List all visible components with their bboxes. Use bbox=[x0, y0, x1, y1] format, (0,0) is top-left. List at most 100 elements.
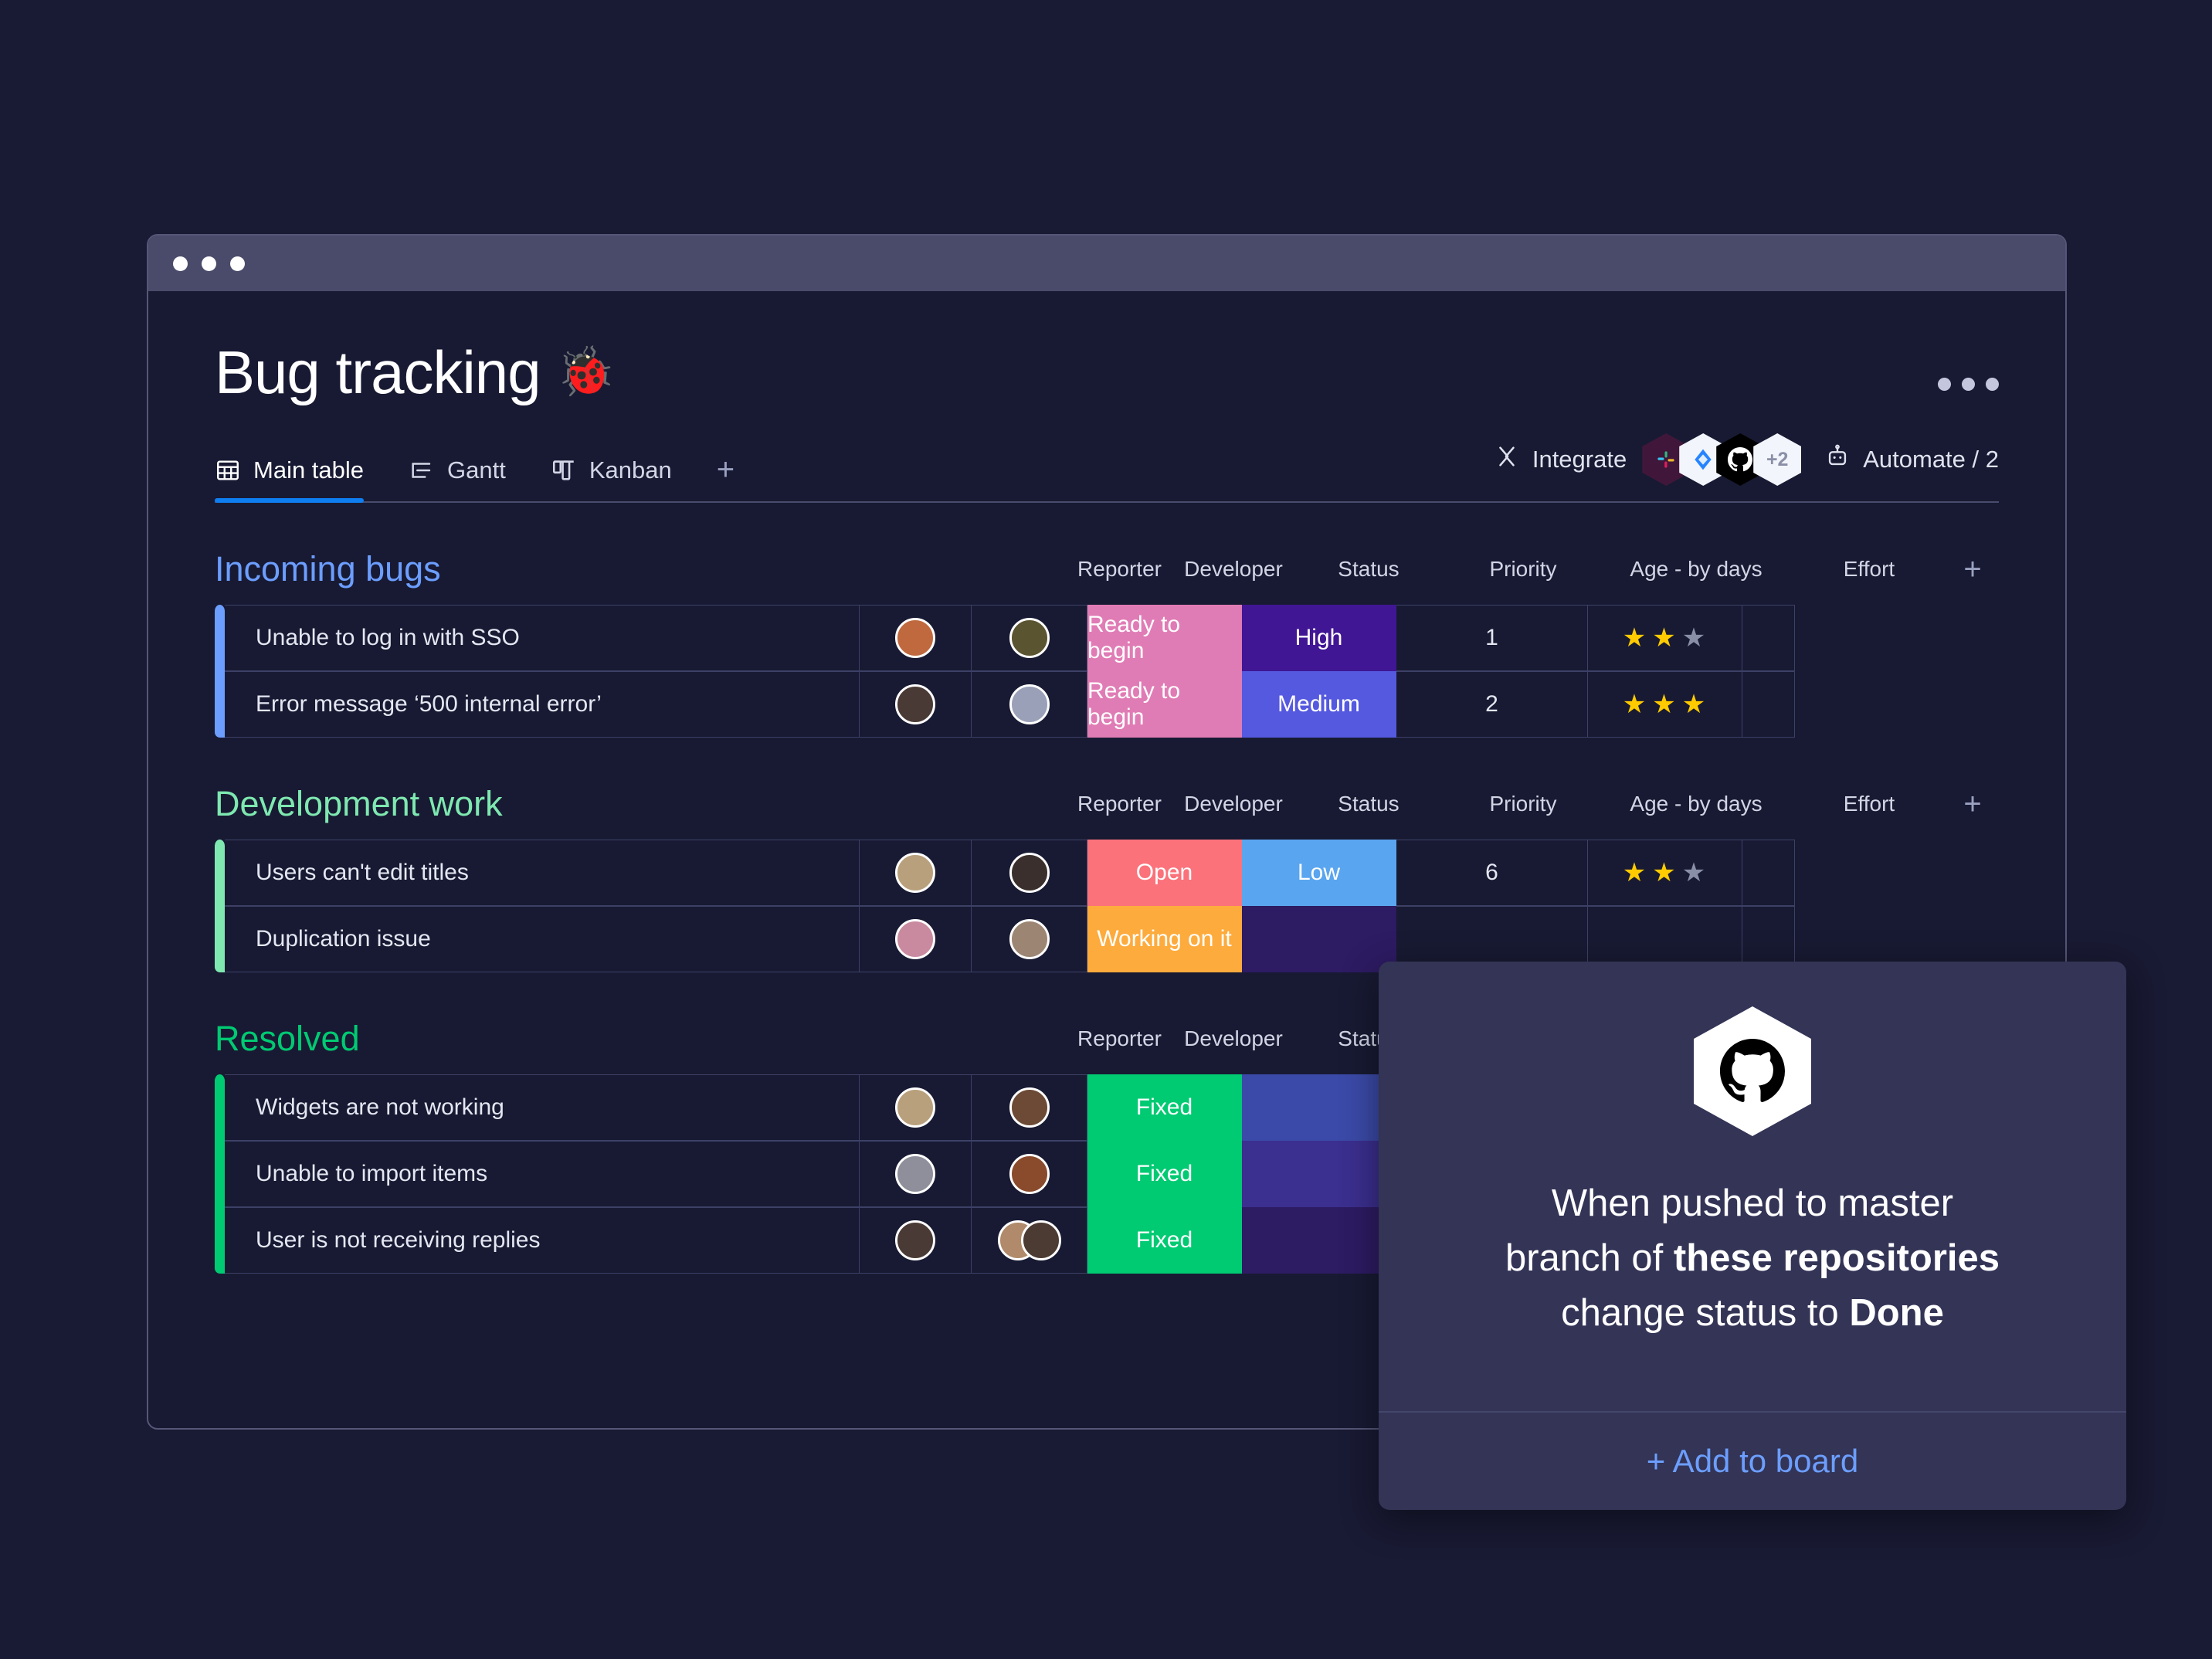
row-status[interactable]: Fixed bbox=[1087, 1074, 1242, 1141]
table-row[interactable]: Unable to log in with SSO Ready to begin… bbox=[215, 605, 1999, 671]
star-filled: ★ bbox=[1622, 690, 1648, 719]
row-status[interactable]: Fixed bbox=[1087, 1207, 1242, 1274]
row-reporter[interactable] bbox=[860, 671, 972, 738]
row-status[interactable]: Ready to begin bbox=[1087, 605, 1242, 671]
column-header-priority[interactable]: Priority bbox=[1446, 792, 1600, 816]
group-title[interactable]: Incoming bugs bbox=[215, 549, 441, 589]
group-title[interactable]: Development work bbox=[215, 784, 503, 824]
row-status[interactable]: Ready to begin bbox=[1087, 671, 1242, 738]
row-priority[interactable]: High bbox=[1242, 605, 1396, 671]
add-column-button[interactable]: + bbox=[1946, 787, 1999, 822]
row-priority[interactable] bbox=[1242, 1141, 1396, 1207]
avatar bbox=[895, 618, 935, 658]
group-title[interactable]: Resolved bbox=[215, 1019, 360, 1059]
row-name[interactable]: Unable to log in with SSO bbox=[225, 605, 860, 671]
group-header: Development work Reporter Developer Stat… bbox=[215, 779, 1999, 829]
automate-label: Automate / 2 bbox=[1863, 446, 1999, 473]
column-header-effort[interactable]: Effort bbox=[1792, 557, 1946, 582]
effort-stars: ★ ★ ★ bbox=[1623, 623, 1707, 653]
tab-kanban[interactable]: Kanban bbox=[551, 456, 672, 501]
add-column-button[interactable]: + bbox=[1946, 552, 1999, 587]
row-reporter[interactable] bbox=[860, 1074, 972, 1141]
row-developer[interactable] bbox=[972, 671, 1087, 738]
avatar bbox=[895, 684, 935, 724]
recipe-line-3-highlight[interactable]: Done bbox=[1849, 1292, 1944, 1334]
column-header-developer[interactable]: Developer bbox=[1176, 792, 1291, 816]
row-developer[interactable] bbox=[972, 1207, 1087, 1274]
row-name[interactable]: Users can't edit titles bbox=[225, 840, 860, 906]
row-developer[interactable] bbox=[972, 605, 1087, 671]
row-priority[interactable] bbox=[1242, 906, 1396, 972]
window-titlebar bbox=[148, 236, 2065, 291]
row-add-cell[interactable] bbox=[1742, 671, 1795, 738]
column-header-developer[interactable]: Developer bbox=[1176, 1026, 1291, 1051]
row-add-cell[interactable] bbox=[1742, 605, 1795, 671]
row-status[interactable]: Fixed bbox=[1087, 1141, 1242, 1207]
window-close-dot[interactable] bbox=[173, 256, 188, 271]
automation-recipe-card[interactable]: When pushed to master branch of these re… bbox=[1379, 962, 2126, 1510]
row-status[interactable]: Open bbox=[1087, 840, 1242, 906]
row-name[interactable]: User is not receiving replies bbox=[225, 1207, 860, 1274]
window-maximize-dot[interactable] bbox=[230, 256, 245, 271]
board-options-button[interactable] bbox=[1938, 342, 1999, 391]
column-header-reporter[interactable]: Reporter bbox=[1064, 557, 1176, 582]
row-age[interactable]: 2 bbox=[1396, 671, 1588, 738]
row-status[interactable]: Working on it bbox=[1087, 906, 1242, 972]
column-headers: Reporter Developer Status Priority Age -… bbox=[1064, 787, 1999, 822]
row-age[interactable]: 1 bbox=[1396, 605, 1588, 671]
avatar bbox=[1009, 1087, 1050, 1128]
row-effort[interactable]: ★ ★ ★ bbox=[1588, 671, 1742, 738]
automate-button[interactable]: Automate / 2 bbox=[1824, 443, 1999, 476]
row-reporter[interactable] bbox=[860, 1141, 972, 1207]
row-add-cell[interactable] bbox=[1742, 840, 1795, 906]
row-name[interactable]: Error message ‘500 internal error’ bbox=[225, 671, 860, 738]
column-header-reporter[interactable]: Reporter bbox=[1064, 1026, 1176, 1051]
row-priority[interactable] bbox=[1242, 1207, 1396, 1274]
add-view-button[interactable]: + bbox=[717, 453, 735, 501]
column-header-priority[interactable]: Priority bbox=[1446, 557, 1600, 582]
row-priority[interactable]: Medium bbox=[1242, 671, 1396, 738]
column-header-status[interactable]: Status bbox=[1291, 792, 1446, 816]
column-header-reporter[interactable]: Reporter bbox=[1064, 792, 1176, 816]
tab-main-table[interactable]: Main table bbox=[215, 456, 365, 503]
row-developer[interactable] bbox=[972, 1074, 1087, 1141]
column-header-effort[interactable]: Effort bbox=[1792, 792, 1946, 816]
integrate-button[interactable]: Integrate +2 bbox=[1494, 433, 1802, 486]
window-minimize-dot[interactable] bbox=[202, 256, 216, 271]
row-effort[interactable]: ★ ★ ★ bbox=[1588, 840, 1742, 906]
row-priority[interactable] bbox=[1242, 1074, 1396, 1141]
column-header-status[interactable]: Status bbox=[1291, 557, 1446, 582]
row-reporter[interactable] bbox=[860, 840, 972, 906]
row-reporter[interactable] bbox=[860, 605, 972, 671]
row-name[interactable]: Duplication issue bbox=[225, 906, 860, 972]
row-effort[interactable]: ★ ★ ★ bbox=[1588, 605, 1742, 671]
star-filled: ★ bbox=[1622, 623, 1648, 653]
row-name[interactable]: Unable to import items bbox=[225, 1141, 860, 1207]
tab-gantt[interactable]: Gantt bbox=[409, 456, 506, 501]
avatar bbox=[1009, 853, 1050, 893]
kebab-dot bbox=[1938, 378, 1951, 391]
integration-badges[interactable]: +2 bbox=[1642, 433, 1802, 486]
row-accent bbox=[215, 671, 225, 738]
column-header-developer[interactable]: Developer bbox=[1176, 557, 1291, 582]
row-developer[interactable] bbox=[972, 840, 1087, 906]
row-reporter[interactable] bbox=[860, 906, 972, 972]
avatar bbox=[895, 1220, 935, 1260]
table-row[interactable]: Error message ‘500 internal error’ Ready… bbox=[215, 671, 1999, 738]
robot-icon bbox=[1824, 443, 1851, 476]
table-row[interactable]: Users can't edit titles Open Low 6 ★ ★ ★ bbox=[215, 840, 1999, 906]
row-reporter[interactable] bbox=[860, 1207, 972, 1274]
recipe-line-3-prefix: change status to bbox=[1561, 1292, 1850, 1335]
row-age[interactable]: 6 bbox=[1396, 840, 1588, 906]
recipe-line-2-highlight[interactable]: these repositories bbox=[1674, 1237, 2000, 1279]
board-integrations: Integrate +2 Automate / 2 bbox=[1494, 433, 1999, 501]
row-developer[interactable] bbox=[972, 1141, 1087, 1207]
column-header-age[interactable]: Age - by days bbox=[1600, 557, 1792, 582]
column-header-age[interactable]: Age - by days bbox=[1600, 792, 1792, 816]
row-priority[interactable]: Low bbox=[1242, 840, 1396, 906]
kanban-icon bbox=[551, 457, 577, 483]
kebab-dot bbox=[1986, 378, 1999, 391]
add-to-board-button[interactable]: + Add to board bbox=[1379, 1411, 2126, 1510]
row-developer[interactable] bbox=[972, 906, 1087, 972]
row-name[interactable]: Widgets are not working bbox=[225, 1074, 860, 1141]
